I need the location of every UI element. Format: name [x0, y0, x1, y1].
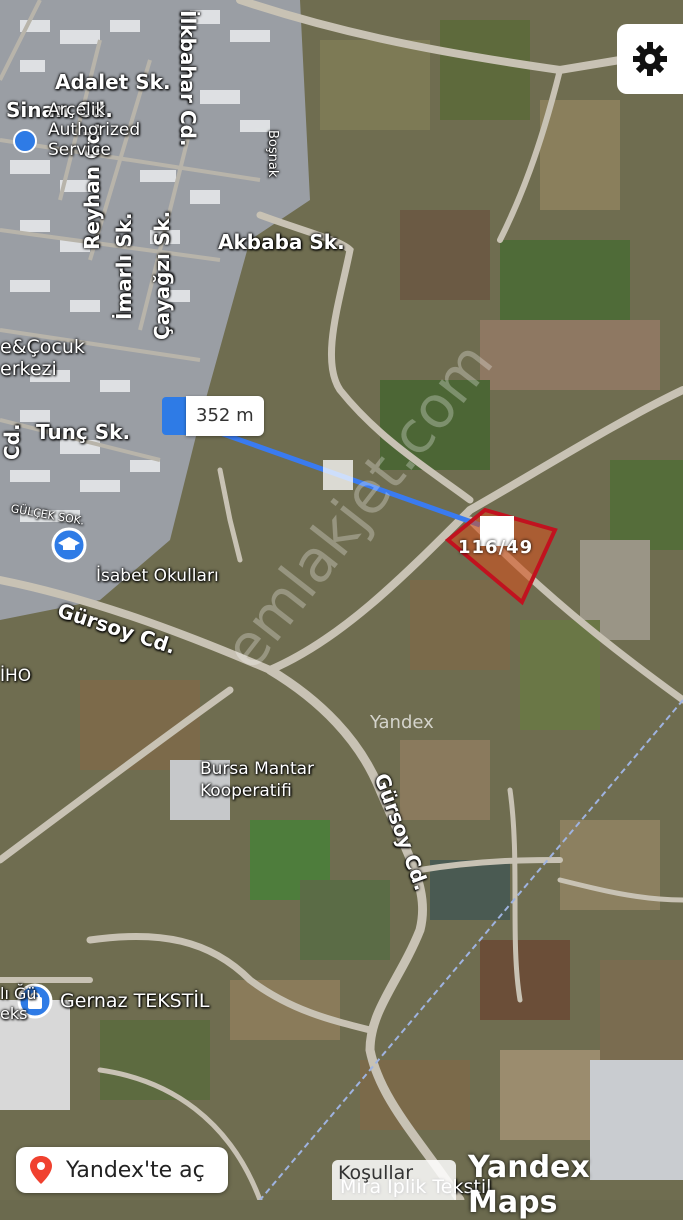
- street-label-akbaba: Akbaba Sk.: [218, 230, 345, 254]
- street-label-ilkbahar: İlkbahar Cd.: [176, 10, 200, 147]
- poi-label-left-clip: lı Ğü eks: [0, 984, 37, 1023]
- yandex-maps-logo[interactable]: Yandex Maps: [468, 1150, 683, 1220]
- poi-label-mantar[interactable]: Bursa Mantar Kooperatifi: [200, 758, 314, 802]
- distance-value: 352 m: [186, 396, 264, 436]
- open-in-yandex-button[interactable]: Yandex'te aç: [16, 1147, 228, 1193]
- school-icon[interactable]: [50, 526, 88, 564]
- poi-label-arcelik[interactable]: Arçelik Authorized Service: [48, 100, 168, 160]
- street-label-adalet: Adalet Sk.: [55, 70, 171, 94]
- gear-icon: [633, 42, 667, 76]
- yandex-watermark: Yandex: [370, 712, 434, 733]
- distance-badge[interactable]: 352 m: [162, 396, 264, 436]
- terms-link[interactable]: Koşullar: [332, 1160, 456, 1200]
- poi-label-isabet[interactable]: İsabet Okulları: [96, 566, 219, 586]
- open-in-yandex-label: Yandex'te aç: [66, 1157, 205, 1183]
- street-label-imarli: İmarlı Sk.: [112, 212, 136, 320]
- poi-label-cocuk[interactable]: e&Çocuk erkezi: [0, 336, 85, 380]
- service-pin-icon[interactable]: [12, 128, 38, 154]
- street-label-bosnak: Boşnak: [265, 130, 280, 178]
- street-label-cayagzi: Çayağzı Sk.: [150, 210, 174, 340]
- street-label-cd-left: Cd.: [0, 423, 24, 460]
- settings-button[interactable]: [617, 24, 683, 94]
- poi-label-gernaz[interactable]: Gernaz TEKSTİL: [60, 990, 210, 1012]
- parcel-label[interactable]: 116/49: [458, 537, 533, 558]
- poi-label-iho[interactable]: İHO: [0, 666, 31, 686]
- street-label-tunc: Tunç Sk.: [36, 420, 131, 444]
- distance-flag-icon: [162, 397, 186, 435]
- location-pin-icon: [30, 1156, 52, 1184]
